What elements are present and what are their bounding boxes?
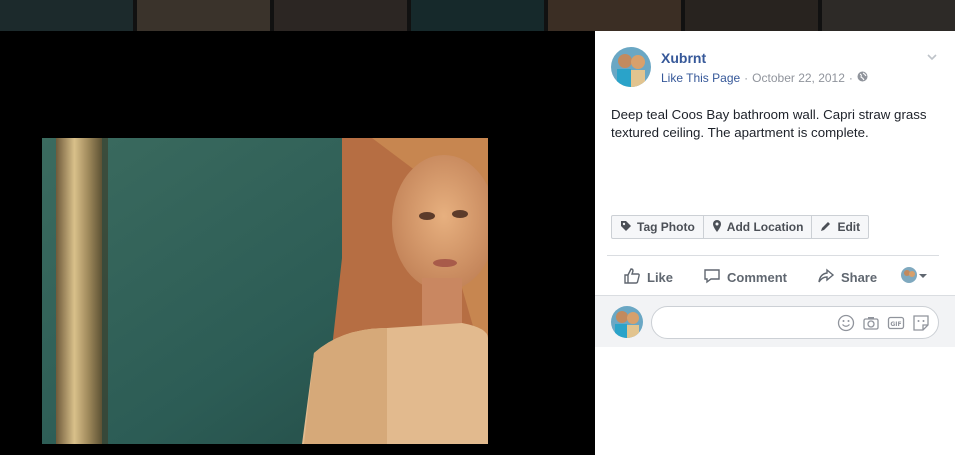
emoji-icon[interactable] [837, 314, 855, 332]
like-page-link[interactable]: Like This Page [661, 71, 740, 85]
comment-composer: GIF [595, 295, 955, 347]
tag-photo-label: Tag Photo [637, 220, 695, 234]
sticker-icon[interactable] [912, 314, 930, 332]
divider [607, 255, 939, 256]
post-side-panel: Xubrnt Like This Page · October 22, 2012… [595, 31, 955, 455]
author-avatar[interactable] [611, 47, 651, 87]
comment-label: Comment [727, 269, 787, 285]
location-pin-icon [712, 219, 727, 235]
like-label: Like [647, 269, 674, 285]
post-date[interactable]: October 22, 2012 [752, 71, 845, 85]
share-button[interactable]: Share [817, 267, 877, 288]
photo-viewer [0, 31, 595, 455]
add-location-label: Add Location [726, 220, 804, 234]
like-button[interactable]: Like [623, 267, 673, 288]
meta-separator: · [848, 71, 853, 85]
profile-avatar-icon [901, 266, 918, 288]
post-actions: Like Comment Share [607, 261, 939, 293]
svg-text:GIF: GIF [890, 321, 901, 328]
camera-icon[interactable] [862, 314, 880, 332]
meta-separator: · [744, 71, 749, 85]
pencil-icon [820, 220, 837, 235]
edit-label: Edit [837, 220, 861, 234]
caret-down-icon [917, 268, 929, 286]
share-arrow-icon [817, 267, 841, 288]
share-label: Share [840, 269, 878, 285]
tag-icon [620, 220, 637, 235]
commenter-avatar [611, 306, 643, 338]
edit-button[interactable]: Edit [812, 216, 868, 238]
filmstrip-thumb[interactable] [0, 0, 133, 31]
thumbs-up-icon [623, 267, 647, 288]
comment-input-container: GIF [651, 306, 939, 339]
reaction-selector[interactable] [901, 266, 929, 288]
comment-button[interactable]: Comment [703, 267, 787, 288]
comment-input-icons: GIF [837, 314, 930, 332]
comment-input[interactable] [664, 314, 834, 332]
filmstrip-thumb[interactable] [822, 0, 955, 31]
post-caption: Deep teal Coos Bay bathroom wall. Capri … [611, 107, 927, 140]
filmstrip-thumb[interactable] [411, 0, 544, 31]
photo-tools-bar: Tag Photo Add Location Edit [611, 215, 870, 239]
filmstrip-thumb[interactable] [137, 0, 270, 31]
photo-theater: Xubrnt Like This Page · October 22, 2012… [0, 0, 955, 455]
author-name[interactable]: Xubrnt [661, 50, 706, 66]
filmstrip-thumb[interactable] [685, 0, 818, 31]
filmstrip-thumb[interactable] [274, 0, 407, 31]
add-location-button[interactable]: Add Location [704, 216, 813, 238]
photo-filmstrip [0, 0, 955, 31]
chevron-down-icon[interactable] [925, 50, 939, 64]
gif-icon[interactable]: GIF [887, 314, 905, 332]
tag-photo-button[interactable]: Tag Photo [612, 216, 704, 238]
globe-icon [857, 71, 868, 85]
comment-icon [703, 267, 727, 288]
post-meta: Like This Page · October 22, 2012 · [661, 71, 868, 85]
filmstrip-thumb[interactable] [548, 0, 681, 31]
main-photo [42, 138, 488, 444]
